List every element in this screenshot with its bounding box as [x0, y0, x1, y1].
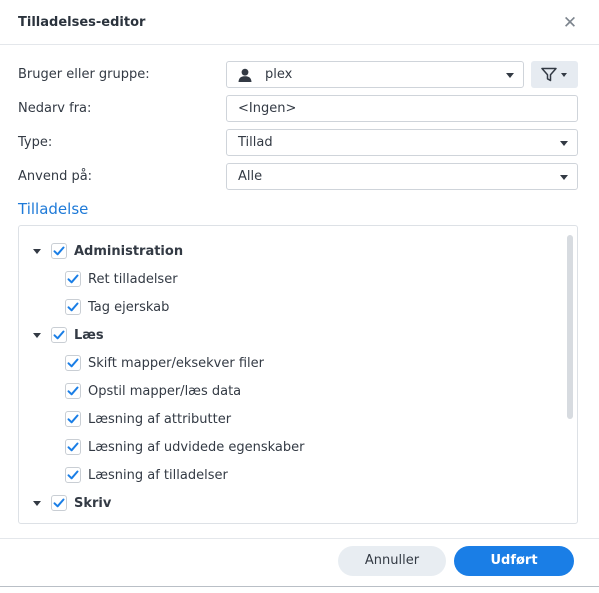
checkmark-icon [67, 274, 79, 284]
permission-checkbox[interactable] [65, 523, 81, 524]
permission-item-row[interactable]: Tag ejerskab [19, 297, 559, 319]
permission-checkbox[interactable] [65, 467, 81, 483]
permissions-section-title: Tilladelse [18, 200, 89, 218]
permission-label: Læsning af tilladelser [88, 468, 228, 483]
apply-to-label: Anvend på: [18, 169, 93, 184]
permission-label: Læsning af attributter [88, 412, 232, 427]
permission-item-row[interactable]: Skift mapper/eksekver filer [19, 353, 559, 375]
filter-icon [541, 67, 557, 82]
apply-to-select[interactable]: Alle [226, 163, 578, 190]
permission-label: Skift mapper/eksekver filer [88, 356, 264, 371]
close-icon[interactable]: ✕ [560, 13, 580, 33]
permission-label: Opstil mapper/læs data [88, 384, 242, 399]
permission-checkbox[interactable] [65, 355, 81, 371]
permissions-tree: Administration Ret tilladelser Tag ejerska… [18, 225, 578, 524]
permission-item-row[interactable]: Læsning af tilladelser [19, 465, 559, 487]
inherit-label: Nedarv fra: [18, 101, 92, 116]
checkmark-icon [67, 442, 79, 452]
type-select[interactable]: Tillad [226, 129, 578, 156]
checkmark-icon [53, 330, 65, 340]
done-button[interactable]: Udført [454, 546, 574, 576]
permission-checkbox[interactable] [51, 327, 67, 343]
permission-checkbox[interactable] [65, 271, 81, 287]
chevron-down-icon [560, 175, 568, 180]
permission-checkbox[interactable] [65, 411, 81, 427]
permission-label: Læs [74, 328, 104, 343]
permission-item-row[interactable]: Opstil mapper/læs data [19, 381, 559, 403]
checkmark-icon [67, 386, 79, 396]
permission-checkbox[interactable] [65, 383, 81, 399]
filter-chevron-down-icon [561, 73, 567, 77]
permission-checkbox[interactable] [51, 495, 67, 511]
user-group-label: Bruger eller gruppe: [18, 67, 150, 82]
checkmark-icon [53, 498, 65, 508]
caret-down-icon[interactable] [33, 333, 41, 338]
permission-label: Tag ejerskab [88, 300, 170, 315]
checkmark-icon [53, 246, 65, 256]
permission-group-row[interactable]: Administration [19, 241, 559, 263]
window-bottom-edge [0, 586, 599, 593]
permission-label: Administration [74, 244, 184, 259]
permission-checkbox[interactable] [65, 299, 81, 315]
permission-label: Læsning af udvidede egenskaber [88, 440, 305, 455]
caret-down-icon[interactable] [33, 501, 41, 506]
permission-group-row[interactable]: Skriv [19, 493, 559, 515]
checkmark-icon [67, 358, 79, 368]
permission-checkbox[interactable] [65, 439, 81, 455]
dialog-title: Tilladelses-editor [18, 15, 146, 30]
permission-checkbox[interactable] [51, 243, 67, 259]
tree-scrollbar[interactable] [567, 235, 573, 419]
chevron-down-icon [506, 73, 514, 78]
chevron-down-icon [560, 141, 568, 146]
type-value: Tillad [238, 135, 273, 150]
checkmark-icon [67, 302, 79, 312]
filter-button[interactable] [531, 61, 578, 88]
type-label: Type: [18, 135, 53, 150]
checkmark-icon [67, 470, 79, 480]
user-icon [238, 68, 252, 82]
caret-down-icon[interactable] [33, 249, 41, 254]
cancel-button[interactable]: Annuller [338, 546, 446, 576]
permission-item-row[interactable]: Læsning af udvidede egenskaber [19, 437, 559, 459]
permission-label: Ret tilladelser [88, 272, 178, 287]
apply-to-value: Alle [238, 169, 263, 184]
inherit-field[interactable]: <Ingen> [226, 95, 578, 122]
dialog-titlebar: Tilladelses-editor ✕ [0, 0, 599, 45]
user-group-select[interactable]: plex [226, 61, 524, 88]
inherit-value: <Ingen> [238, 101, 297, 116]
permission-group-row[interactable]: Læs [19, 325, 559, 347]
permission-label: Skriv [74, 496, 112, 511]
permission-item-row[interactable]: Læsning af attributter [19, 409, 559, 431]
permission-item-row[interactable]: Ret tilladelser [19, 269, 559, 291]
checkmark-icon [67, 414, 79, 424]
user-group-value: plex [265, 67, 293, 82]
